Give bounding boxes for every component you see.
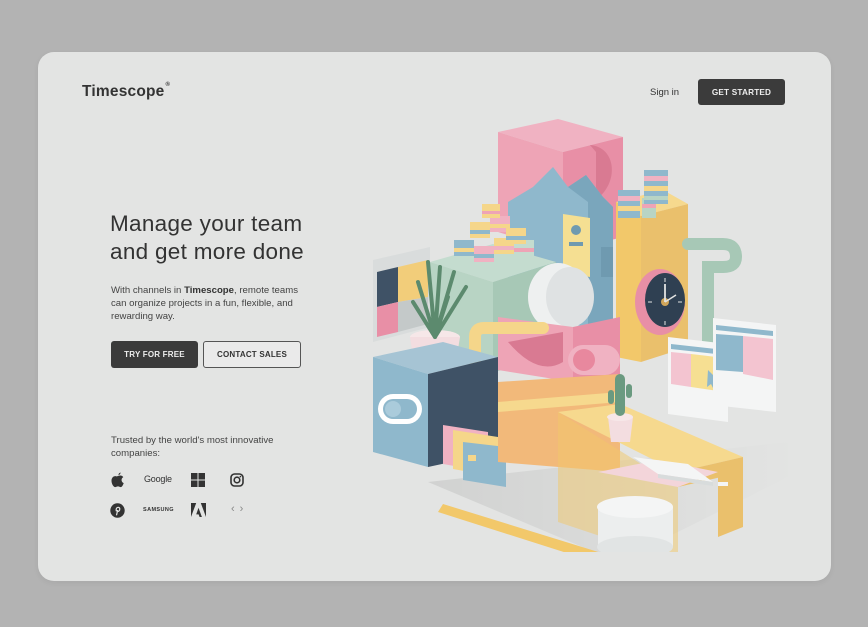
adobe-icon [191,503,206,517]
monitor-right-back [713,318,776,412]
carousel-prev-button[interactable]: ‹ [231,503,235,515]
brand-name: Timescope [82,83,165,100]
samsung-wordmark: SAMSUNG [143,507,174,513]
google-label: Google [144,474,172,484]
headline-line-2: and get more done [110,239,304,264]
headline-line-1: Manage your team [110,211,303,236]
desc-brand: Timescope [184,285,235,296]
brand-logo[interactable]: Timescope® [82,82,171,101]
get-started-button[interactable]: GET STARTED [698,79,785,105]
logo-carousel-nav: ‹ › [231,503,243,515]
instagram-icon [230,473,244,487]
desc-prefix: With channels in [111,285,185,296]
apple-icon [110,472,125,489]
clock-icon [635,269,685,335]
pink-toggle [568,345,620,375]
registered-mark: ® [165,82,171,88]
landing-card: Timescope® Sign in GET STARTED Manage yo… [38,52,831,581]
hero-description: With channels in Timescope, remote teams… [111,284,311,323]
hero-headline: Manage your team and get more done [110,210,304,266]
carousel-next-button[interactable]: › [240,503,244,515]
google-wordmark: Google [144,474,172,484]
hero-illustration [373,119,788,552]
try-for-free-button[interactable]: TRY FOR FREE [111,341,198,368]
windows-icon [191,473,205,487]
pinterest-icon [110,503,125,518]
contact-sales-button[interactable]: CONTACT SALES [203,341,301,368]
samsung-label: SAMSUNG [143,507,174,513]
trusted-by-label: Trusted by the world's most innovative c… [111,435,274,459]
white-disk [528,263,594,331]
sign-in-link[interactable]: Sign in [650,87,679,98]
white-cylinder [597,496,673,552]
